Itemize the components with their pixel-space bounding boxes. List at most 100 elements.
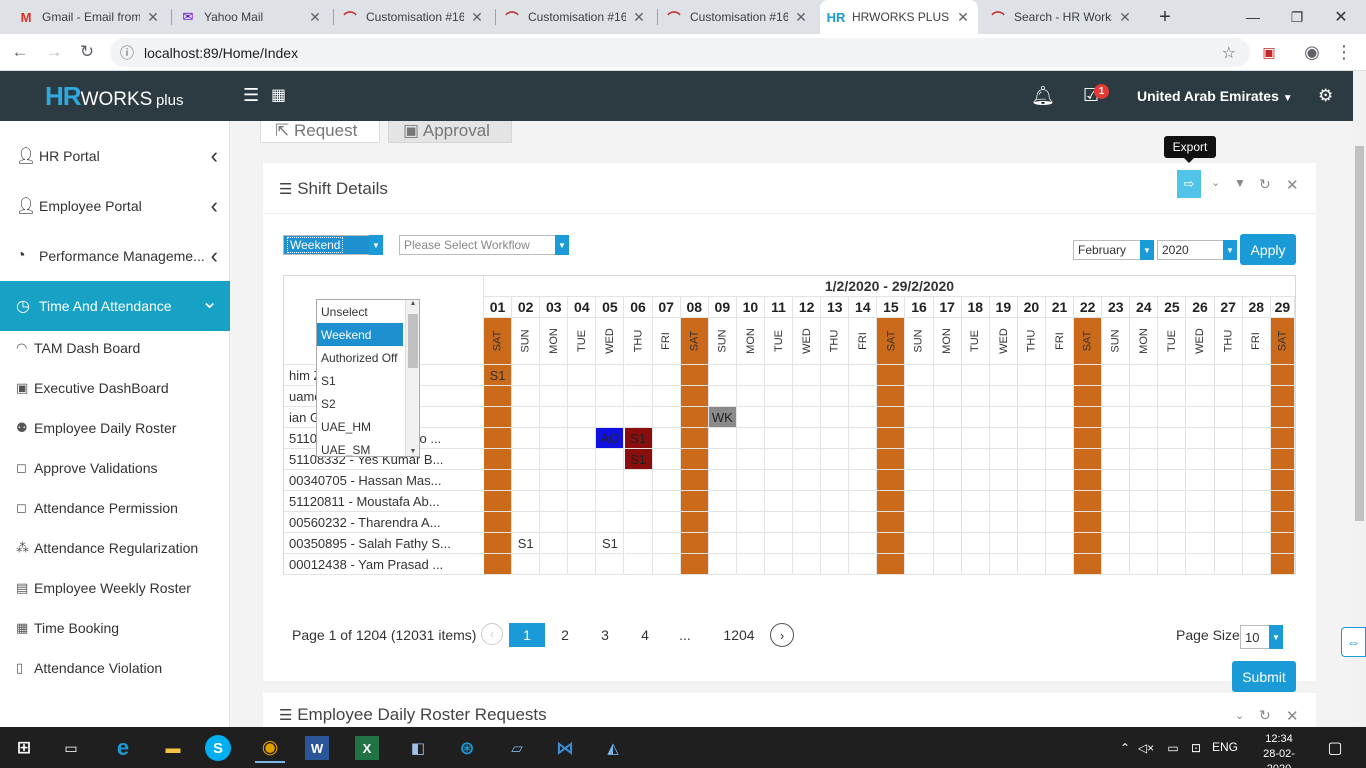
roster-cell[interactable] xyxy=(793,533,822,554)
roster-cell[interactable] xyxy=(708,365,737,386)
roster-cell-shift[interactable]: AO xyxy=(596,428,625,449)
sidebar-sub-attendance-violation[interactable]: ▯ Attendance Violation xyxy=(0,648,230,688)
dropdown-option[interactable]: UAE_HM xyxy=(317,415,403,438)
roster-cell[interactable] xyxy=(821,470,850,491)
roster-cell[interactable] xyxy=(933,470,962,491)
roster-cell[interactable] xyxy=(1046,386,1075,407)
next-page-icon[interactable]: › xyxy=(770,623,794,647)
roster-cell[interactable] xyxy=(540,470,569,491)
roster-cell[interactable] xyxy=(821,533,850,554)
roster-cell[interactable] xyxy=(1270,407,1295,428)
roster-cell[interactable] xyxy=(1017,386,1046,407)
roster-cell[interactable] xyxy=(849,512,878,533)
roster-cell[interactable] xyxy=(961,386,990,407)
roster-cell[interactable] xyxy=(1074,428,1103,449)
roster-cell[interactable] xyxy=(1017,365,1046,386)
sidebar-sub-executive-dashboard[interactable]: ▣ Executive DashBoard xyxy=(0,368,230,408)
roster-cell[interactable] xyxy=(1102,386,1131,407)
roster-cell-shift[interactable]: S1 xyxy=(624,428,653,449)
roster-cell[interactable] xyxy=(484,449,513,470)
roster-cell[interactable] xyxy=(1017,554,1046,575)
filter-icon[interactable]: ▼ xyxy=(1234,176,1246,198)
roster-cell[interactable] xyxy=(708,449,737,470)
roster-cell[interactable] xyxy=(708,512,737,533)
roster-cell[interactable] xyxy=(933,449,962,470)
roster-cell[interactable] xyxy=(484,470,513,491)
roster-cell[interactable] xyxy=(540,554,569,575)
employee-name[interactable]: 00560232 - Tharendra A... xyxy=(284,512,484,533)
roster-cell[interactable] xyxy=(989,407,1018,428)
roster-cell[interactable] xyxy=(905,365,934,386)
roster-cell[interactable] xyxy=(680,533,709,554)
roster-cell[interactable] xyxy=(1102,365,1131,386)
roster-cell[interactable] xyxy=(680,365,709,386)
window-close-icon[interactable]: ✕ xyxy=(1318,0,1364,34)
roster-cell[interactable] xyxy=(512,428,541,449)
roster-cell[interactable] xyxy=(849,533,878,554)
roster-cell[interactable] xyxy=(1130,470,1159,491)
roster-cell[interactable] xyxy=(1130,512,1159,533)
roster-cell[interactable] xyxy=(1214,407,1243,428)
page-scroll-thumb[interactable] xyxy=(1355,146,1364,521)
roster-cell[interactable] xyxy=(1130,407,1159,428)
tab-request[interactable]: ⇱ Request xyxy=(260,121,380,143)
sidebar-item-time-and-attendance[interactable]: ◷ Time And Attendance ⌄ xyxy=(0,281,230,331)
roster-cell[interactable] xyxy=(961,407,990,428)
tab-close-icon[interactable]: ✕ xyxy=(470,9,484,26)
edge-icon[interactable]: e xyxy=(108,733,138,763)
page-size-select[interactable]: 10 ▼ xyxy=(1240,625,1283,649)
roster-cell[interactable] xyxy=(1186,407,1215,428)
roster-cell[interactable] xyxy=(1214,554,1243,575)
roster-cell[interactable] xyxy=(1214,512,1243,533)
roster-cell[interactable] xyxy=(793,428,822,449)
roster-cell[interactable] xyxy=(624,386,653,407)
page-link[interactable]: 4 xyxy=(633,623,657,647)
teamviewer-side-icon[interactable]: ⇔ xyxy=(1341,627,1366,657)
roster-cell[interactable] xyxy=(793,554,822,575)
dropdown-option[interactable]: UAE_SM xyxy=(317,438,403,457)
roster-cell[interactable] xyxy=(1242,470,1271,491)
roster-cell[interactable] xyxy=(596,407,625,428)
network-icon[interactable]: ⊡ xyxy=(1181,733,1211,763)
scroll-down-icon[interactable]: ▼ xyxy=(406,448,419,455)
roster-cell[interactable] xyxy=(793,449,822,470)
roster-cell[interactable] xyxy=(821,449,850,470)
roster-cell[interactable] xyxy=(765,428,794,449)
roster-cell[interactable] xyxy=(765,533,794,554)
sidebar-item-performance-manageme[interactable]: ◔ Performance Manageme... ‹ xyxy=(0,231,230,281)
maximize-icon[interactable]: ❐ xyxy=(1274,0,1320,34)
roster-cell[interactable] xyxy=(933,533,962,554)
workflow-select[interactable]: Please Select Workflow ▼ xyxy=(399,235,569,255)
roster-cell[interactable] xyxy=(849,428,878,449)
roster-cell[interactable] xyxy=(1214,365,1243,386)
roster-cell[interactable] xyxy=(1158,386,1187,407)
prev-page-icon[interactable]: ‹ xyxy=(481,623,503,645)
roster-cell[interactable] xyxy=(512,386,541,407)
roster-cell[interactable] xyxy=(1214,470,1243,491)
skype-icon[interactable]: S xyxy=(205,735,231,761)
roster-cell[interactable] xyxy=(484,533,513,554)
roster-cell[interactable] xyxy=(624,554,653,575)
roster-cell[interactable] xyxy=(961,533,990,554)
roster-cell[interactable] xyxy=(708,470,737,491)
roster-cell[interactable] xyxy=(1017,470,1046,491)
dropdown-option[interactable]: S1 xyxy=(317,369,403,392)
task-view-icon[interactable]: ▭ xyxy=(56,733,86,763)
roster-cell[interactable] xyxy=(765,386,794,407)
roster-cell[interactable] xyxy=(624,407,653,428)
roster-cell[interactable] xyxy=(1242,533,1271,554)
export-button[interactable]: ⇨ xyxy=(1177,170,1201,198)
roster-cell[interactable] xyxy=(1017,428,1046,449)
roster-cell[interactable] xyxy=(905,428,934,449)
employee-name[interactable]: 00012438 - Yam Prasad ... xyxy=(284,554,484,575)
roster-cell[interactable] xyxy=(1130,491,1159,512)
roster-cell[interactable] xyxy=(736,491,765,512)
roster-cell[interactable] xyxy=(961,491,990,512)
roster-cell[interactable] xyxy=(849,449,878,470)
roster-cell-shift[interactable]: S1 xyxy=(596,533,625,554)
page-link[interactable]: 3 xyxy=(593,623,617,647)
roster-cell[interactable] xyxy=(484,428,513,449)
page-link[interactable]: 2 xyxy=(553,623,577,647)
roster-cell[interactable] xyxy=(568,386,597,407)
roster-cell[interactable] xyxy=(568,533,597,554)
